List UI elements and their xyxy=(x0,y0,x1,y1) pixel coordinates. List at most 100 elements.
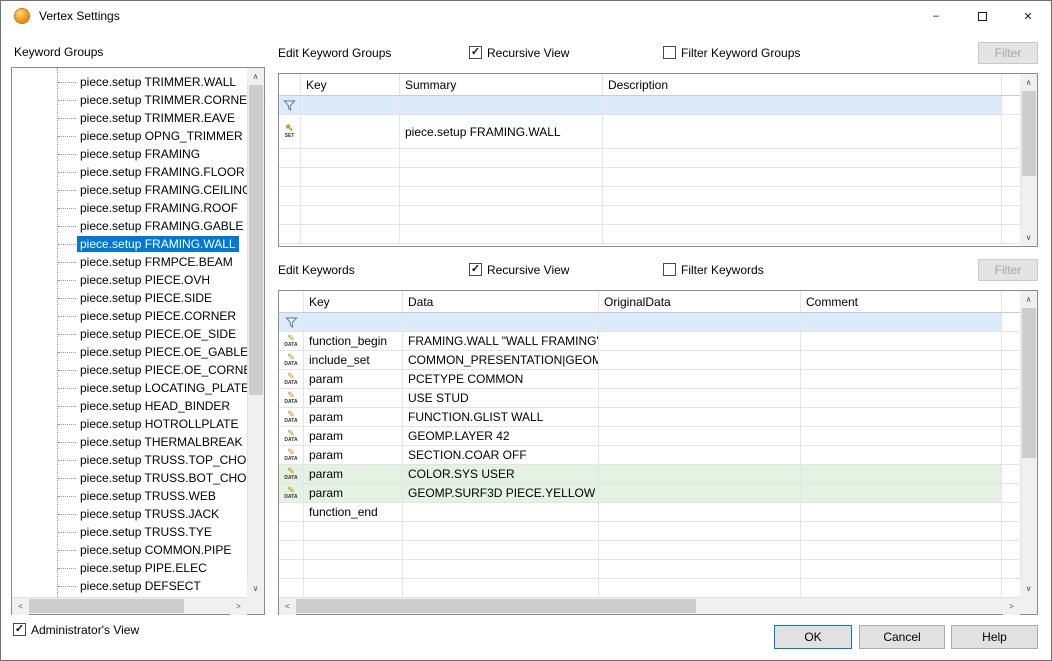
row-indicator-cell[interactable]: ✎DATA xyxy=(279,370,304,388)
cell-comment[interactable] xyxy=(801,370,1002,388)
minimize-button[interactable]: – xyxy=(913,1,959,31)
cell-data[interactable]: USE STUD xyxy=(403,389,599,407)
scrollbar-thumb[interactable] xyxy=(1022,308,1036,458)
keyword-row[interactable]: ✎DATAparamUSE STUD xyxy=(279,389,1020,408)
tree-item-label[interactable]: piece.setup COMMON.PIPE xyxy=(77,542,234,558)
tree-item-label[interactable]: piece.setup TRUSS.WEB xyxy=(77,488,219,504)
scroll-up-icon[interactable]: ∧ xyxy=(1020,74,1037,91)
tree-item[interactable]: piece.setup HEAD_BINDER xyxy=(12,397,247,415)
keyword-row[interactable]: function_end xyxy=(279,503,1020,522)
tree-item-label[interactable]: piece.setup FRAMING xyxy=(77,146,203,162)
tree-item[interactable]: piece.setup TRUSS.WEB xyxy=(12,487,247,505)
checkbox-box[interactable] xyxy=(663,46,676,59)
keyword-row[interactable]: ✎DATAparamCOLOR.SYS USER xyxy=(279,465,1020,484)
cell-description[interactable] xyxy=(603,115,1002,148)
cell-comment[interactable] xyxy=(801,427,1002,445)
tree-item-label[interactable]: piece.setup PIECE.OE_CORNER xyxy=(77,362,247,378)
tree-item[interactable]: piece.setup TRIMMER.WALL xyxy=(12,73,247,91)
tree-item[interactable]: piece.setup TRIMMER.EAVE xyxy=(12,109,247,127)
keyword-row[interactable]: ✎DATAparamFUNCTION.GLIST WALL xyxy=(279,408,1020,427)
tree-item[interactable]: piece.setup DEFSECT xyxy=(12,577,247,595)
scroll-down-icon[interactable]: ∨ xyxy=(1020,229,1037,246)
keyword-row[interactable]: ✎DATAfunction_beginFRAMING.WALL "WALL FR… xyxy=(279,332,1020,351)
column-header-description[interactable]: Description xyxy=(603,74,1002,95)
tree-item-label[interactable]: piece.setup FRAMING.CEILING xyxy=(77,182,247,198)
cell-comment[interactable] xyxy=(801,503,1002,521)
tree-item[interactable]: piece.setup PIECE.CORNER xyxy=(12,307,247,325)
scroll-left-icon[interactable]: < xyxy=(279,598,296,615)
cell-original[interactable] xyxy=(599,351,801,369)
row-indicator-cell[interactable]: ✎DATA xyxy=(279,332,304,350)
keyword-row[interactable]: ✎DATAparamGEOMP.LAYER 42 xyxy=(279,427,1020,446)
cell-original[interactable] xyxy=(599,389,801,407)
tree-item-label[interactable]: piece.setup PIECE.OE_GABLE xyxy=(77,344,247,360)
tree-item[interactable]: piece.setup OPNG_TRIMMER xyxy=(12,127,247,145)
tree-item[interactable]: piece.setup PIECE.OE_CORNER xyxy=(12,361,247,379)
recursive-groups-checkbox[interactable]: ✓ Recursive View xyxy=(469,45,569,60)
tree-item[interactable]: piece.setup TRUSS.TOP_CHORD xyxy=(12,451,247,469)
scrollbar-thumb[interactable] xyxy=(29,599,184,613)
tree-item[interactable]: piece.setup PIPE.ELEC xyxy=(12,559,247,577)
tree-item-label[interactable]: piece.setup FRAMING.WALL xyxy=(77,236,239,252)
cell-summary[interactable] xyxy=(400,96,603,114)
cell-comment[interactable] xyxy=(801,484,1002,502)
cell-key[interactable]: param xyxy=(304,427,403,445)
tree-item-label[interactable]: piece.setup DEFSECT xyxy=(77,578,204,594)
cell-original[interactable] xyxy=(599,332,801,350)
keyword-group-row[interactable]: ↖SET piece.setup FRAMING.WALL xyxy=(279,115,1020,149)
cell-key[interactable]: param xyxy=(304,389,403,407)
row-indicator-cell[interactable]: ✎DATA xyxy=(279,427,304,445)
keyword-row[interactable]: ✎DATAparamPCETYPE COMMON xyxy=(279,370,1020,389)
cell-original[interactable] xyxy=(599,427,801,445)
scroll-up-icon[interactable]: ∧ xyxy=(1020,291,1037,308)
tree-item[interactable]: piece.setup PIECE.OVH xyxy=(12,271,247,289)
cell-original[interactable] xyxy=(599,503,801,521)
keyword-row[interactable]: ✎DATAinclude_setCOMMON_PRESENTATION|GEOM… xyxy=(279,351,1020,370)
cell-data[interactable] xyxy=(403,313,599,331)
cell-original[interactable] xyxy=(599,408,801,426)
tree-vertical-scrollbar[interactable]: ∧ ∨ xyxy=(247,68,264,597)
keyword-row[interactable]: ✎DATAparamGEOMP.SURF3D PIECE.YELLOW xyxy=(279,484,1020,503)
tree-item[interactable]: piece.setup FRAMING.ROOF xyxy=(12,199,247,217)
column-header-key[interactable]: Key xyxy=(304,291,403,312)
row-indicator-cell[interactable]: ↖SET xyxy=(279,115,301,148)
tree-item-label[interactable]: piece.setup TRUSS.TYE xyxy=(77,524,215,540)
cell-original[interactable] xyxy=(599,446,801,464)
cell-key[interactable]: param xyxy=(304,465,403,483)
tree-item-label[interactable]: piece.setup PIECE.CORNER xyxy=(77,308,239,324)
tree-item-label[interactable]: piece.setup TRIMMER.CORNER xyxy=(77,92,247,108)
tree-item-label[interactable]: piece.setup FRAMING.GABLE xyxy=(77,218,246,234)
cell-comment[interactable] xyxy=(801,389,1002,407)
cell-key[interactable] xyxy=(301,96,400,114)
cell-key[interactable]: param xyxy=(304,446,403,464)
scrollbar-thumb[interactable] xyxy=(249,85,263,395)
tree-item[interactable]: piece.setup PIECE.OE_GABLE xyxy=(12,343,247,361)
scroll-up-icon[interactable]: ∧ xyxy=(247,68,264,85)
column-header-summary[interactable]: Summary xyxy=(400,74,603,95)
cell-data[interactable]: FRAMING.WALL "WALL FRAMING" xyxy=(403,332,599,350)
cell-summary[interactable]: piece.setup FRAMING.WALL xyxy=(400,115,603,148)
maximize-button[interactable] xyxy=(959,1,1005,31)
cell-comment[interactable] xyxy=(801,351,1002,369)
tree-item-label[interactable]: piece.setup FRMPCE.BEAM xyxy=(77,254,236,270)
cell-original[interactable] xyxy=(599,484,801,502)
cell-data[interactable] xyxy=(403,503,599,521)
grid-vertical-scrollbar[interactable]: ∧ ∨ xyxy=(1020,291,1037,597)
cell-comment[interactable] xyxy=(801,446,1002,464)
cell-data[interactable]: GEOMP.SURF3D PIECE.YELLOW xyxy=(403,484,599,502)
cell-key[interactable] xyxy=(301,115,400,148)
filter-keywords-checkbox[interactable]: Filter Keywords xyxy=(663,262,764,277)
grid-vertical-scrollbar[interactable]: ∧ ∨ xyxy=(1020,74,1037,246)
cell-data[interactable]: SECTION.COAR OFF xyxy=(403,446,599,464)
tree-item-label[interactable]: piece.setup PIPE.ELEC xyxy=(77,560,210,576)
filter-row[interactable] xyxy=(279,313,1020,332)
row-indicator-cell[interactable] xyxy=(279,503,304,521)
cell-key[interactable]: param xyxy=(304,408,403,426)
cell-key[interactable]: function_begin xyxy=(304,332,403,350)
filter-keywords-button[interactable]: Filter xyxy=(978,259,1038,281)
row-indicator-cell[interactable] xyxy=(279,313,304,331)
cell-data[interactable]: FUNCTION.GLIST WALL xyxy=(403,408,599,426)
tree-item-label[interactable]: piece.setup FRAMING.ROOF xyxy=(77,200,241,216)
tree-item-label[interactable]: piece.setup PIECE.OVH xyxy=(77,272,213,288)
cell-original[interactable] xyxy=(599,313,801,331)
